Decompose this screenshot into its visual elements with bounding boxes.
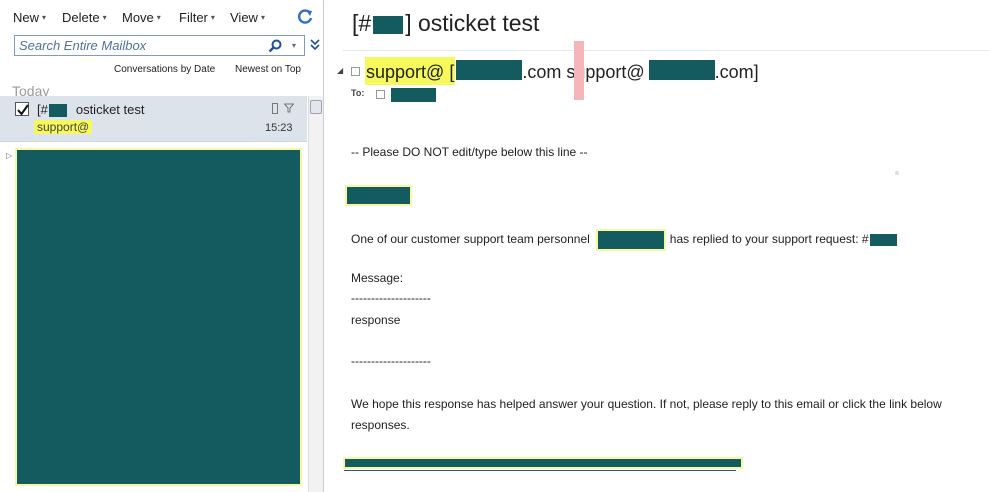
sort-order-button[interactable]: Newest on Top	[235, 64, 301, 75]
chevron-down-icon: ▾	[210, 13, 215, 22]
replied-line: One of our customer support team personn…	[351, 229, 897, 251]
subject-text: osticket test	[75, 102, 145, 117]
conversation-checkbox[interactable]	[15, 102, 29, 116]
to-label: To:	[351, 88, 365, 98]
chevron-down-icon: ▾	[42, 13, 47, 22]
message-label: Message:	[351, 271, 404, 285]
divider	[343, 50, 989, 51]
text-cursor-marker	[574, 41, 584, 100]
link-underline	[344, 470, 736, 471]
sender-address-end: .com]	[714, 62, 759, 82]
do-not-edit-line: -- Please DO NOT edit/type below this li…	[351, 145, 588, 159]
move-button-label: Move	[122, 10, 154, 25]
search-options-chevron-icon[interactable]: ▾	[292, 41, 296, 50]
message-list-pane: New▾ Delete▾ Move▾ Filter▾ View▾ ▾ Conve	[0, 0, 324, 492]
search-icon[interactable]	[267, 38, 283, 54]
redacted-ticket-number	[869, 234, 897, 246]
checkmark-icon	[17, 104, 29, 116]
search-input[interactable]	[19, 37, 259, 54]
sort-by-date-button[interactable]: Conversations by Date	[114, 64, 215, 75]
conversation-subject: [# osticket test	[37, 102, 145, 118]
view-button[interactable]: View ▾	[230, 10, 265, 25]
message-title: [# ] osticket test	[352, 10, 539, 37]
recipient-checkbox[interactable]	[376, 90, 385, 99]
filter-button-label: Filter	[179, 10, 208, 25]
decorative-speck	[895, 171, 899, 175]
sort-row: Conversations by Date Newest on Top	[0, 64, 323, 78]
redacted-recipient	[391, 88, 436, 102]
separator-line: --------------------	[351, 291, 431, 305]
subject-prefix: [#	[37, 102, 48, 117]
toolbar: New ▾ Delete ▾ Move ▾ Filter ▾ View ▾	[0, 0, 323, 34]
refresh-icon[interactable]	[296, 8, 314, 26]
collapse-triangle-icon[interactable]: ◢	[337, 66, 343, 75]
sender-checkbox[interactable]	[351, 67, 360, 76]
replied-prefix: One of our customer support team personn…	[351, 232, 590, 247]
delete-button[interactable]: Delete ▾	[62, 10, 107, 25]
conversation-time: 15:23	[265, 122, 293, 134]
chevron-down-icon: ▾	[260, 13, 265, 22]
search-box: ▾	[14, 35, 305, 56]
redacted-link[interactable]	[343, 457, 743, 469]
redacted-ticket-number	[373, 15, 404, 34]
delete-button-label: Delete	[62, 10, 100, 25]
responses-line: responses.	[351, 418, 410, 432]
new-button[interactable]: New ▾	[13, 10, 46, 25]
expand-search-icon[interactable]	[309, 38, 321, 52]
redacted-domain	[456, 60, 523, 80]
sender-text[interactable]: support@ [.com support@ .com]	[366, 60, 759, 83]
scrollbar-thumb[interactable]	[310, 100, 322, 114]
title-text: ] osticket test	[405, 10, 540, 36]
chevron-down-icon: ▾	[156, 13, 161, 22]
expand-triangle-icon[interactable]: ▷	[6, 151, 12, 160]
move-button[interactable]: Move ▾	[122, 10, 161, 25]
new-button-label: New	[13, 10, 40, 25]
redacted-preview-block	[15, 148, 302, 486]
replied-suffix: has replied to your support request: #	[669, 232, 869, 247]
reading-pane: [#] osticket test ◢ support@ [.com suppo…	[325, 0, 989, 492]
flag-icon[interactable]	[272, 103, 278, 114]
view-button-label: View	[230, 10, 258, 25]
sender-bracket-open: [	[449, 62, 455, 82]
filter-button[interactable]: Filter ▾	[179, 10, 215, 25]
category-filter-icon[interactable]	[284, 103, 294, 113]
redacted-domain	[648, 60, 715, 80]
chevron-down-icon: ▾	[102, 13, 107, 22]
scrollbar[interactable]	[308, 96, 323, 492]
hope-line: We hope this response has helped answer …	[351, 397, 942, 411]
response-text: response	[351, 313, 401, 327]
sender-name: support@	[366, 62, 445, 82]
redacted-agent-name	[595, 229, 666, 251]
redacted-name-block	[345, 185, 412, 206]
title-prefix: [#	[352, 10, 372, 36]
redacted-ticket-number	[48, 104, 67, 118]
separator-line: --------------------	[351, 354, 431, 368]
conversation-item[interactable]: [# osticket test support@ 15:23	[0, 96, 307, 142]
conversation-sender: support@	[34, 120, 93, 134]
